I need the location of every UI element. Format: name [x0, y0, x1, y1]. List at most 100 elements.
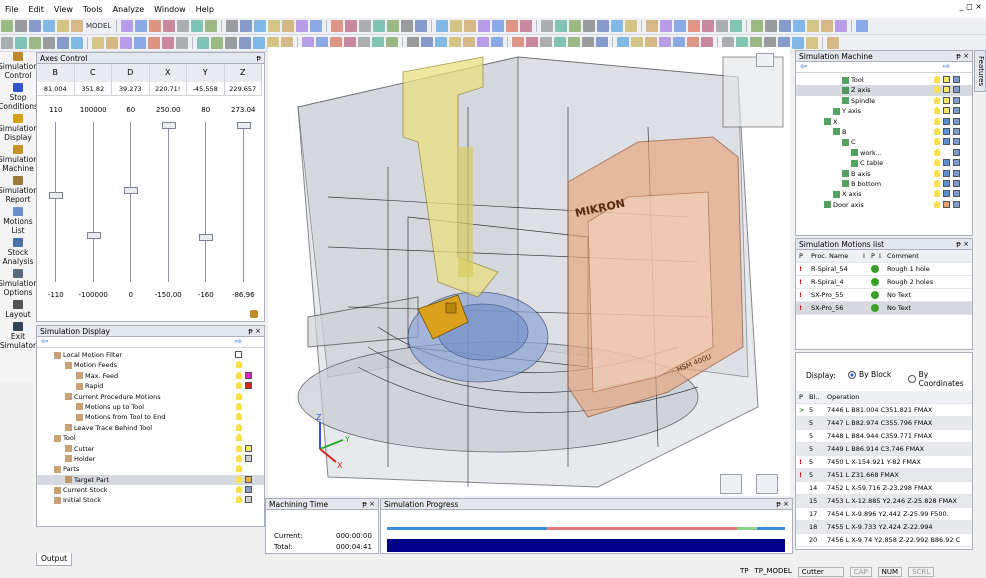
toolbar-tool-icon[interactable]	[92, 37, 104, 49]
toolbar-tool-icon[interactable]	[268, 20, 281, 32]
nav-simulation-report[interactable]: Simulation Report	[0, 176, 38, 204]
camera-icon[interactable]	[756, 474, 778, 494]
toolbar-tool-icon[interactable]	[765, 20, 778, 32]
machine-tree-item[interactable]: Door axis	[796, 200, 972, 210]
visibility-bulb-icon[interactable]	[236, 371, 242, 379]
color-swatch[interactable]	[943, 138, 950, 146]
motions-column-header[interactable]: I	[860, 250, 868, 262]
toolbar-tool-icon[interactable]	[135, 20, 148, 32]
display-tree-item[interactable]: Initial Stock	[37, 495, 264, 505]
transparency-icon[interactable]	[953, 159, 960, 167]
color-swatch[interactable]	[943, 117, 950, 125]
toolbar-tool-icon[interactable]	[29, 20, 41, 32]
toolbar-tool-icon[interactable]	[450, 20, 463, 32]
toolbar-tool-icon[interactable]	[387, 20, 400, 32]
menu-edit[interactable]: Edit	[23, 5, 49, 14]
back-arrow-icon[interactable]: ⇦	[800, 62, 808, 72]
toolbar-tool-icon[interactable]	[660, 20, 673, 32]
operation-row[interactable]: 5 7449 L B86.914 C3.746 FMAX	[796, 443, 972, 456]
operation-row[interactable]: 15 7453 L X-12.885 Y2.246 Z-25.828 FMAX	[796, 495, 972, 508]
by-coordinates-radio[interactable]: By Coordinates	[908, 370, 972, 388]
toolbar-tool-icon[interactable]	[646, 20, 659, 32]
toolbar-tool-icon[interactable]	[821, 20, 834, 32]
toolbar-tool-icon[interactable]	[331, 20, 344, 32]
toolbar-tool-icon[interactable]	[792, 37, 804, 49]
toolbar-tool-icon[interactable]	[226, 20, 239, 32]
toolbar-tool-icon[interactable]	[793, 20, 806, 32]
toolbar-tool-icon[interactable]	[415, 20, 428, 32]
toolbar-tool-icon[interactable]	[401, 20, 414, 32]
machine-tree-item[interactable]: B axis	[796, 169, 972, 179]
stop-icon[interactable]	[720, 474, 742, 494]
window-controls[interactable]: _ ◻ ×	[960, 2, 982, 11]
color-swatch[interactable]	[943, 127, 950, 135]
forward-arrow-icon[interactable]: ⇨	[942, 62, 950, 72]
toolbar-tool-icon[interactable]	[835, 20, 848, 32]
toolbar-tool-icon[interactable]	[779, 20, 792, 32]
operation-row[interactable]: 5 7447 L B82.974 C355.796 FMAX	[796, 417, 972, 430]
model-selector[interactable]: MODEL	[84, 20, 113, 32]
toolbar-tool-icon[interactable]	[541, 20, 554, 32]
back-arrow-icon[interactable]: ⇦	[41, 337, 49, 347]
operations-column-header[interactable]: Operation	[824, 391, 972, 403]
toolbar-tool-icon[interactable]	[464, 20, 477, 32]
toolbar-tool-icon[interactable]	[611, 20, 624, 32]
toolbar-tool-icon[interactable]	[492, 20, 505, 32]
visibility-bulb-icon[interactable]	[934, 138, 940, 146]
toolbar-tool-icon[interactable]	[205, 20, 218, 32]
toolbar-tool-icon[interactable]	[730, 20, 743, 32]
motions-column-header[interactable]: P	[796, 250, 808, 262]
toolbar-tool-icon[interactable]	[688, 20, 701, 32]
nav-layout[interactable]: Layout	[0, 300, 36, 319]
visibility-bulb-icon[interactable]	[236, 413, 242, 421]
operation-row[interactable]: 18 7455 L X-9.733 Y2.424 Z-22.994	[796, 521, 972, 534]
toolbar-tool-icon[interactable]	[121, 20, 134, 32]
operation-row[interactable]: 5 7448 L B84.944 C359.771 FMAX	[796, 430, 972, 443]
visibility-bulb-icon[interactable]	[236, 392, 242, 400]
toolbar-tool-icon[interactable]	[148, 37, 160, 49]
menu-view[interactable]: View	[49, 5, 78, 14]
toolbar-tool-icon[interactable]	[625, 20, 638, 32]
toolbar-tool-icon[interactable]	[43, 20, 55, 32]
axis-value-x[interactable]: 220.71!	[149, 82, 187, 96]
visibility-bulb-icon[interactable]	[934, 179, 940, 187]
motions-column-header[interactable]: I	[876, 250, 884, 262]
color-swatch[interactable]	[943, 107, 950, 115]
toolbar-tool-icon[interactable]	[162, 37, 174, 49]
visibility-bulb-icon[interactable]	[934, 190, 940, 198]
transparency-icon[interactable]	[953, 117, 960, 125]
toolbar-tool-icon[interactable]	[702, 20, 715, 32]
motions-column-header[interactable]: Comment	[884, 250, 964, 262]
machine-tree-item[interactable]: work...	[796, 148, 972, 158]
toolbar-tool-icon[interactable]	[177, 20, 190, 32]
operation-row[interactable]: 14 7452 L X-59.716 Z-23.298 FMAX	[796, 482, 972, 495]
visibility-bulb-icon[interactable]	[934, 86, 940, 94]
toolbar-tool-icon[interactable]	[296, 20, 309, 32]
machine-tree-item[interactable]: B	[796, 127, 972, 137]
toolbar-tool-icon[interactable]	[225, 37, 237, 49]
color-swatch[interactable]	[943, 76, 950, 83]
toolbar-tool-icon[interactable]	[71, 37, 83, 49]
toolbar-tool-icon[interactable]	[240, 20, 253, 32]
display-tree-item[interactable]: Motions up to Tool	[37, 402, 264, 412]
toolbar-tool-icon[interactable]	[57, 20, 69, 32]
visibility-bulb-icon[interactable]	[934, 96, 940, 104]
visibility-bulb-icon[interactable]	[934, 127, 940, 135]
nav-exit-simulator[interactable]: Exit Simulator	[0, 322, 36, 350]
transparency-icon[interactable]	[953, 148, 960, 156]
color-swatch[interactable]	[245, 454, 252, 462]
visibility-bulb-icon[interactable]	[934, 200, 940, 208]
operation-row[interactable]: ! 5 7451 L Z31.668 FMAX	[796, 469, 972, 482]
toolbar-tool-icon[interactable]	[176, 37, 188, 49]
toolbar-tool-icon[interactable]	[120, 37, 132, 49]
axis-value-y[interactable]: -45.558	[187, 82, 225, 96]
visibility-bulb-icon[interactable]	[236, 496, 242, 504]
toolbar-tool-icon[interactable]	[506, 20, 519, 32]
toolbar-tool-icon[interactable]	[520, 20, 533, 32]
pin-close-icon[interactable]: ᵽ ×	[956, 51, 969, 62]
visibility-bulb-icon[interactable]	[236, 382, 242, 390]
visibility-bulb-icon[interactable]	[236, 465, 242, 473]
slider-thumb[interactable]	[49, 191, 63, 199]
machine-tree-item[interactable]: Y axis	[796, 106, 972, 116]
display-tree-item[interactable]: Motion Feeds	[37, 360, 264, 370]
